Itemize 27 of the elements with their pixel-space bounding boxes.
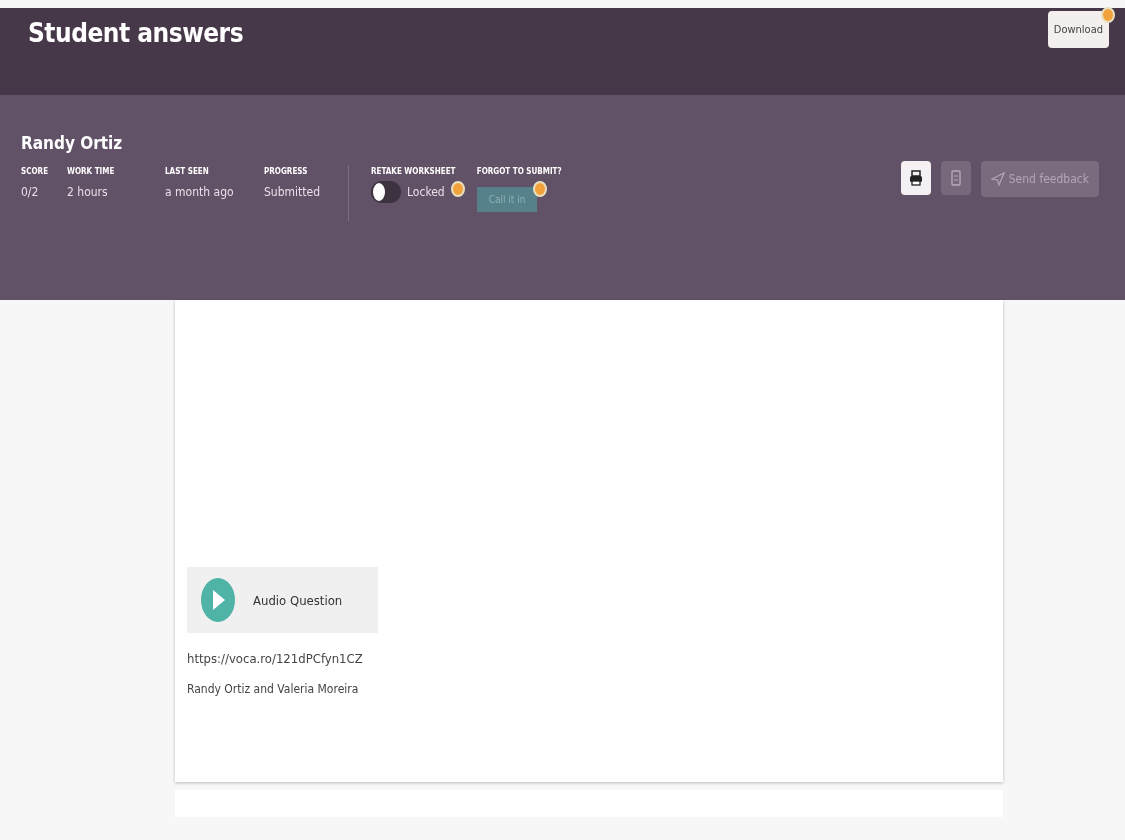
download-button[interactable]: Download	[1047, 11, 1109, 48]
notification-dot-icon	[1101, 7, 1115, 23]
notification-dot-icon	[533, 181, 548, 197]
print-button[interactable]	[900, 161, 931, 195]
document-icon	[950, 170, 961, 186]
toggle-switch[interactable]	[371, 181, 402, 203]
printer-icon	[908, 170, 923, 186]
retake-label: RETAKE WORKSHEET	[371, 167, 457, 176]
play-icon	[199, 577, 237, 623]
stat-label: WORK TIME	[67, 167, 116, 176]
stat-value: 2 hours	[67, 185, 109, 199]
stat-label: PROGRESS	[264, 167, 309, 176]
answer-link[interactable]: https://voca.ro/121dPCfyn1CZ	[187, 651, 1003, 666]
notification-dot-icon	[450, 181, 465, 197]
page-title: Student answers	[28, 18, 244, 48]
student-name: Randy Ortiz	[21, 133, 124, 153]
stat-value: 0/2	[21, 185, 40, 199]
stat-value: Submitted	[264, 185, 321, 199]
toggle-label: Locked	[407, 185, 445, 199]
audio-player[interactable]: Audio Question	[187, 567, 379, 633]
stat-value: a month ago	[165, 185, 235, 199]
document-button[interactable]	[940, 161, 971, 195]
answer-text: Randy Ortiz and Valeria Moreira	[187, 682, 360, 696]
audio-label: Audio Question	[253, 592, 343, 608]
stat-label: LAST SEEN	[165, 167, 210, 176]
send-icon	[990, 172, 1005, 186]
forgot-label: FORGOT TO SUBMIT?	[476, 167, 562, 176]
